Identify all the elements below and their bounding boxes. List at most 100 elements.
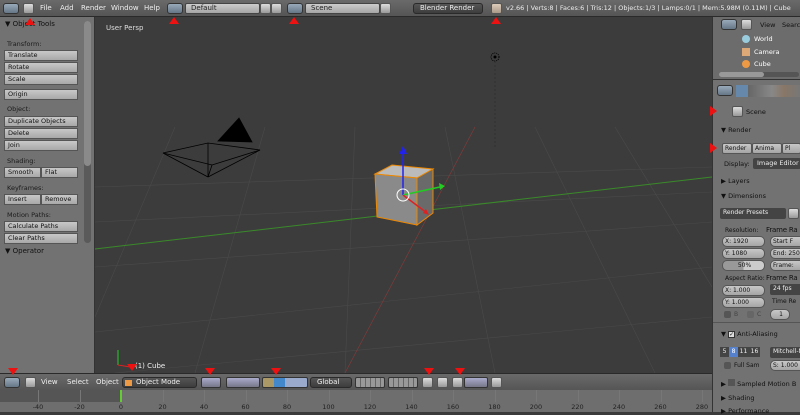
timeline[interactable]: -40 -20 0 20 40 60 80 100 120 140 160 180 200 220 240 2… (0, 390, 712, 412)
motion-blur-panel-header[interactable]: ▶ Sampled Motion B (721, 379, 796, 388)
proportional-edit-button[interactable] (422, 377, 433, 388)
menu-object[interactable]: Object (96, 378, 119, 386)
aspect-y-field[interactable]: Y: 1.000 (722, 297, 765, 308)
join-button[interactable]: Join (4, 140, 78, 151)
outliner-search-menu[interactable]: Search (782, 21, 800, 29)
filter-size-field[interactable]: S: 1.000 (770, 360, 800, 371)
outliner-item-world[interactable]: World (754, 35, 773, 43)
render-button[interactable]: Render (722, 143, 752, 154)
anti-aliasing-panel-header[interactable]: ▼ ✓ Anti-Aliasing (721, 330, 778, 338)
clear-paths-button[interactable]: Clear Paths (4, 233, 78, 244)
border-checkbox[interactable] (724, 311, 731, 318)
menu-select[interactable]: Select (67, 378, 89, 386)
aa-samples-5[interactable]: 5 (720, 347, 729, 357)
aspect-x-field[interactable]: X: 1.000 (722, 285, 765, 296)
layers-panel-header[interactable]: ▶ Layers (721, 177, 750, 185)
snap-toggle-button[interactable] (437, 377, 448, 388)
aa-filter-select[interactable]: Mitchell-N (770, 347, 800, 358)
collapse-menu-button[interactable] (23, 3, 34, 14)
outliner-view-menu[interactable]: View (760, 21, 775, 29)
remove-layout-button[interactable] (271, 3, 282, 14)
menu-add[interactable]: Add (60, 4, 74, 12)
snap-target-select[interactable] (464, 377, 488, 388)
crop-checkbox[interactable] (747, 311, 754, 318)
shading-panel-header[interactable]: ▶ Shading (721, 394, 754, 402)
remove-keyframe-button[interactable]: Remove (41, 194, 78, 205)
timeline-tick-label: 120 (363, 403, 377, 411)
smooth-button[interactable]: Smooth (4, 167, 41, 178)
scene-layers-1[interactable] (355, 377, 385, 388)
render-panel-header[interactable]: ▼ Render (721, 126, 751, 134)
resolution-x-field[interactable]: X: 1920 (722, 236, 765, 247)
display-select[interactable]: Image Editor (753, 158, 800, 169)
duplicate-objects-button[interactable]: Duplicate Objects (4, 116, 78, 127)
right-panel: View Search World Camera Cube Scene ▼ Re… (710, 17, 800, 415)
frame-range-label: Frame Ra (766, 226, 798, 234)
transform-orientation-select[interactable]: Global (310, 377, 352, 388)
mode-select[interactable]: Object Mode (122, 377, 197, 388)
full-sample-checkbox[interactable] (724, 362, 731, 369)
scrollbar[interactable] (84, 21, 91, 243)
scene-field[interactable]: Scene (305, 3, 380, 14)
aa-samples-8[interactable]: 8 (729, 347, 738, 357)
menu-window[interactable]: Window (111, 4, 139, 12)
dimensions-panel-header[interactable]: ▼ Dimensions (721, 192, 766, 200)
add-scene-button[interactable] (380, 3, 391, 14)
current-frame-indicator[interactable] (120, 390, 122, 402)
animation-button[interactable]: Anima (752, 143, 782, 154)
aa-samples-16[interactable]: 16 (749, 347, 760, 357)
outliner-menu-toggle[interactable] (741, 19, 752, 30)
add-layout-button[interactable] (260, 3, 271, 14)
editor-type-button[interactable] (3, 3, 19, 14)
editor-type-button[interactable] (4, 377, 20, 388)
outliner-item-cube[interactable]: Cube (754, 60, 771, 68)
anti-aliasing-checkbox[interactable]: ✓ (728, 331, 736, 338)
menu-view[interactable]: View (41, 378, 58, 386)
viewport-shading-select[interactable] (201, 377, 221, 388)
calculate-paths-button[interactable]: Calculate Paths (4, 221, 78, 232)
screen-layout-icon[interactable] (167, 3, 183, 14)
scale-button[interactable]: Scale (4, 74, 78, 85)
scene-layers-2[interactable] (388, 377, 418, 388)
outliner-editor-type[interactable] (721, 19, 737, 30)
rotate-button[interactable]: Rotate (4, 62, 78, 73)
outliner-item-camera[interactable]: Camera (754, 48, 780, 56)
screen-layout-field[interactable]: Default (185, 3, 260, 14)
menu-help[interactable]: Help (144, 4, 160, 12)
menu-render[interactable]: Render (81, 4, 106, 12)
translate-button[interactable]: Translate (4, 50, 78, 61)
manipulator-buttons[interactable] (262, 377, 308, 388)
snap-element-button[interactable] (452, 377, 463, 388)
delete-button[interactable]: Delete (4, 128, 78, 139)
resolution-y-field[interactable]: Y: 1080 (722, 248, 765, 259)
scene-icon[interactable] (287, 3, 303, 14)
start-frame-field[interactable]: Start F (770, 236, 800, 247)
aa-samples-11[interactable]: 11 (738, 347, 749, 357)
3d-viewport[interactable]: User Persp (1) Cube (95, 17, 712, 373)
annotation-arrow (710, 143, 717, 153)
render-opengl-button[interactable] (491, 377, 502, 388)
panel-operator-header[interactable]: ▼ Operator (5, 247, 44, 255)
end-frame-field[interactable]: End: 250 (770, 248, 800, 259)
insert-keyframe-button[interactable]: Insert (4, 194, 41, 205)
fps-select[interactable]: 24 fps (770, 284, 800, 295)
menu-toggle-button[interactable] (25, 377, 36, 388)
render-presets-select[interactable]: Render Presets (720, 208, 786, 219)
origin-button[interactable]: Origin (4, 89, 78, 100)
render-engine-select[interactable]: Blender Render (413, 3, 483, 14)
play-button[interactable]: Pl (782, 143, 800, 154)
time-remap-old-field[interactable]: 1 (770, 309, 790, 320)
frame-step-field[interactable]: Frame: (770, 260, 800, 271)
properties-editor-type[interactable] (717, 85, 733, 96)
motion-blur-checkbox[interactable] (728, 379, 736, 386)
performance-panel-header[interactable]: ▶ Performance (721, 407, 769, 415)
pivot-point-select[interactable] (226, 377, 260, 388)
menu-file[interactable]: File (40, 4, 52, 12)
add-preset-button[interactable] (788, 208, 799, 219)
properties-context-tabs[interactable] (736, 85, 800, 97)
annotation-arrow (127, 364, 137, 371)
flat-button[interactable]: Flat (41, 167, 78, 178)
resolution-percentage-slider[interactable]: 50% (722, 260, 765, 271)
outliner-scrollbar[interactable] (719, 72, 799, 77)
panel-title: Render (728, 126, 752, 134)
